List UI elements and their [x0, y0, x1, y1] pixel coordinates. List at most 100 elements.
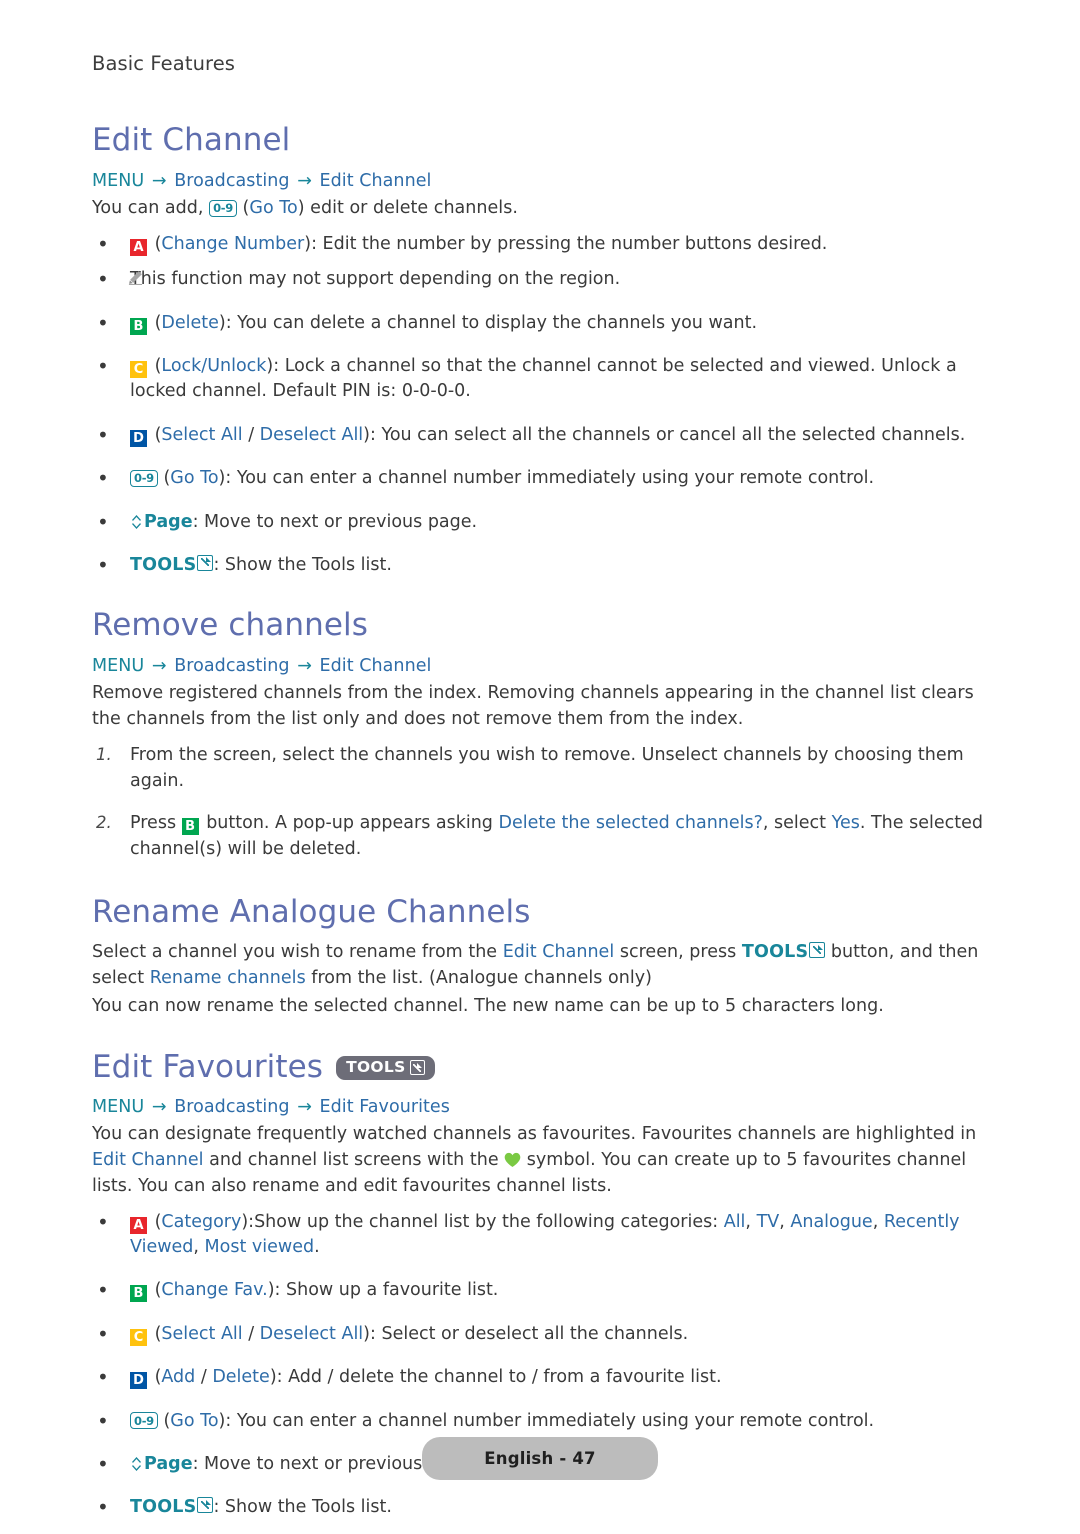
list-item-text: : Add / delete the channel to / from a f… [276, 1367, 722, 1388]
key-badge-c: C [130, 1328, 147, 1346]
numeric-key-icon: 0-9 [130, 1412, 158, 1430]
edit-channel-intro: You can add, 0-9 (Go To) edit or delete … [92, 196, 988, 222]
para-text-d: from the list. (Analogue channels only) [305, 968, 652, 989]
page-number-badge: English - 47 [422, 1437, 658, 1480]
list-item-label: Lock/Unlock [161, 356, 267, 377]
step-text-mid: button. A pop-up appears asking [200, 812, 499, 833]
list-item: B (Delete): You can delete a channel to … [92, 309, 988, 338]
rename-analogue-para-2: You can now rename the selected channel.… [92, 996, 884, 1017]
list-item-text: : Show up a favourite list. [274, 1280, 499, 1301]
list-item: A (Change Number): Edit the number by pr… [92, 230, 988, 259]
list-item-label: Select All [161, 1323, 243, 1344]
heading-text: Remove channels [92, 607, 368, 644]
list-item-text: : You can delete a channel to display th… [225, 312, 758, 333]
heart-icon [504, 1152, 521, 1167]
tools-badge: TOOLS [336, 1056, 435, 1080]
breadcrumb-arrow-icon: → [151, 170, 167, 191]
breadcrumb-level-2: Edit Channel [319, 170, 432, 191]
section-heading-edit-channel: Edit Channel [92, 122, 988, 159]
list-item: B (Change Fav.): Show up a favourite lis… [92, 1276, 988, 1305]
step-text-pre: Press [130, 812, 182, 833]
tools-key: TOOLS [741, 942, 826, 963]
tools-arrow-icon [809, 942, 826, 959]
section-heading-edit-favourites: Edit Favourites TOOLS [92, 1049, 988, 1086]
key-badge-c: C [130, 361, 147, 379]
list-item-label: Add [161, 1367, 196, 1388]
key-badge-b: B [130, 317, 147, 335]
key-badge-b: B [181, 817, 199, 835]
tools-arrow-icon [197, 554, 214, 571]
list-item-label: Category [161, 1211, 242, 1232]
pencil-icon [128, 271, 143, 286]
list-item: A (Category):Show up the channel list by… [92, 1208, 988, 1261]
edit-favourites-intro: You can designate frequently watched cha… [92, 1122, 988, 1200]
list-item-label: Select All [161, 424, 243, 445]
breadcrumb-level-1: Broadcasting [174, 1096, 290, 1117]
section-heading-rename-analogue: Rename Analogue Channels [92, 893, 988, 931]
intro-text-a: You can designate frequently watched cha… [92, 1123, 977, 1144]
section-heading-remove-channels: Remove channels [92, 608, 988, 644]
list-item-text: : Edit the number by pressing the number… [311, 233, 828, 254]
tools-key-label: TOOLS [741, 942, 809, 963]
page-key: Page [130, 512, 193, 532]
breadcrumb-level-2: Edit Favourites [319, 1096, 450, 1117]
link-go-to: Go To [249, 198, 298, 219]
running-head: Basic Features [92, 52, 236, 75]
breadcrumb-menu: MENU [92, 170, 145, 191]
link-yes: Yes [831, 812, 860, 833]
key-badge-b: B [130, 1285, 147, 1303]
list-item-text: : You can select all the channels or can… [370, 424, 966, 445]
key-badge-d: D [130, 1372, 147, 1390]
breadcrumb-edit-favourites: MENU → Broadcasting → Edit Favourites [92, 1095, 988, 1120]
breadcrumb-arrow-icon: → [297, 655, 312, 676]
list-item: From the screen, select the channels you… [96, 743, 964, 791]
list-item-tail: . [314, 1237, 320, 1258]
tools-key: TOOLS [130, 554, 214, 575]
step-text-mid-2: , select [762, 812, 832, 833]
link-rename-channels: Rename channels [149, 968, 306, 989]
heading-text: Rename Analogue Channels [92, 893, 531, 930]
list-item-text: : You can enter a channel number immedia… [225, 1410, 875, 1431]
list-item-label-2: Deselect All [259, 1323, 364, 1344]
tools-arrow-icon [409, 1060, 425, 1076]
heading-text: Edit Channel [92, 122, 291, 158]
breadcrumb-arrow-icon: → [297, 1096, 312, 1117]
list-item-text: : You can enter a channel number immedia… [225, 468, 875, 489]
breadcrumb-arrow-icon: → [151, 1096, 167, 1117]
edit-channel-bullet-list: A (Change Number): Edit the number by pr… [92, 230, 988, 580]
remove-channels-intro: Remove registered channels from the inde… [92, 683, 974, 730]
breadcrumb-level-1: Broadcasting [174, 655, 290, 676]
list-item-text: :Show up the channel list by the followi… [248, 1211, 724, 1232]
link-edit-channel: Edit Channel [92, 1149, 204, 1170]
breadcrumb-edit-channel: MENU → Broadcasting → Edit Channel [92, 169, 988, 194]
breadcrumb-level-1: Broadcasting [174, 170, 290, 191]
list-item: D (Add / Delete): Add / delete the chann… [92, 1363, 988, 1392]
link-edit-channel: Edit Channel [502, 942, 615, 963]
key-badge-d: D [130, 429, 147, 447]
category-most-viewed: Most viewed [204, 1237, 315, 1258]
intro-text-b: and channel list screens with the [203, 1149, 505, 1170]
manual-page: Basic Features Edit Channel MENU → Broad… [0, 0, 1080, 1534]
numeric-key-icon: 0-9 [130, 469, 158, 487]
page-key-label: Page [144, 511, 193, 532]
breadcrumb-level-2: Edit Channel [319, 655, 432, 676]
link-delete-selected-channels: Delete the selected channels? [498, 812, 763, 833]
list-item-go-to: 0-9 (Go To): You can enter a channel num… [92, 464, 988, 493]
breadcrumb-arrow-icon: → [151, 655, 167, 676]
category-analogue: Analogue [790, 1211, 873, 1232]
list-item: Press B button. A pop-up appears asking … [92, 811, 988, 863]
breadcrumb-menu: MENU [92, 655, 145, 676]
list-item-text: : Show the Tools list. [213, 1497, 392, 1518]
category-tv: TV [756, 1211, 780, 1232]
list-item-text: : Show the Tools list. [213, 554, 392, 575]
tools-key: TOOLS [130, 1497, 214, 1517]
page-footer: English - 47 [0, 1437, 1080, 1480]
note-text: This function may not support depending … [130, 269, 621, 290]
numeric-key-icon: 0-9 [209, 199, 237, 217]
list-item-page: Page: Move to next or previous page. [92, 508, 988, 537]
list-item-go-to: 0-9 (Go To): You can enter a channel num… [92, 1406, 988, 1435]
key-badge-a: A [130, 1216, 147, 1234]
intro-text-b: ( [236, 198, 250, 219]
list-item-label-2: Delete [212, 1367, 270, 1388]
list-item: C (Lock/Unlock): Lock a channel so that … [92, 352, 988, 405]
